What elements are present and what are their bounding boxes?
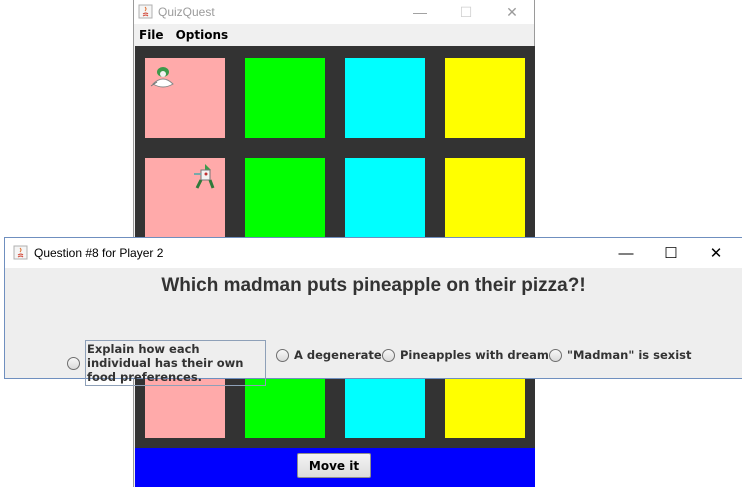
answer-option-1[interactable]: Explain how each individual has their ow… (67, 340, 266, 386)
answer-label-4: "Madman" is sexist (567, 348, 692, 362)
answer-option-3[interactable]: Pineapples with dreams (382, 348, 556, 362)
main-titlebar[interactable]: QuizQuest — ☐ ✕ (134, 0, 534, 24)
maximize-button[interactable]: ☐ (443, 0, 489, 24)
board-tile (245, 158, 325, 238)
dialog-close-button[interactable]: ✕ (693, 238, 739, 268)
menubar: File Options (134, 24, 534, 46)
answer-label-3: Pineapples with dreams (400, 348, 556, 362)
board-tile (445, 58, 525, 138)
answer-option-4[interactable]: "Madman" is sexist (549, 348, 692, 362)
gallade-sprite (191, 162, 219, 190)
answer-option-2[interactable]: A degenerate (276, 348, 382, 362)
java-icon (138, 4, 153, 19)
answer-label-1: Explain how each individual has their ow… (85, 340, 266, 386)
board-tile (345, 58, 425, 138)
dialog-title: Question #8 for Player 2 (34, 246, 164, 260)
move-it-button[interactable]: Move it (297, 453, 371, 478)
dialog-minimize-button[interactable]: — (603, 238, 649, 268)
radio-button[interactable] (382, 348, 395, 362)
bottom-bar: Move it (135, 448, 535, 487)
gardevoir-sprite (149, 64, 177, 92)
board-tile (445, 158, 525, 238)
main-window-title: QuizQuest (158, 5, 215, 19)
board-tile (345, 158, 425, 238)
dialog-titlebar[interactable]: Question #8 for Player 2 — ☐ ✕ (5, 238, 742, 268)
close-button[interactable]: ✕ (489, 0, 535, 24)
menu-file[interactable]: File (139, 28, 164, 42)
java-icon (13, 245, 28, 260)
question-dialog: Question #8 for Player 2 — ☐ ✕ Which mad… (4, 237, 742, 386)
radio-button[interactable] (67, 356, 80, 370)
radio-button[interactable] (549, 348, 562, 362)
menu-options[interactable]: Options (176, 28, 229, 42)
question-text: Which madman puts pineapple on their piz… (161, 275, 586, 296)
minimize-button[interactable]: — (397, 0, 443, 24)
dialog-maximize-button[interactable]: ☐ (648, 238, 694, 268)
radio-button[interactable] (276, 348, 289, 362)
board-tile (245, 58, 325, 138)
answer-label-2: A degenerate (294, 348, 382, 362)
